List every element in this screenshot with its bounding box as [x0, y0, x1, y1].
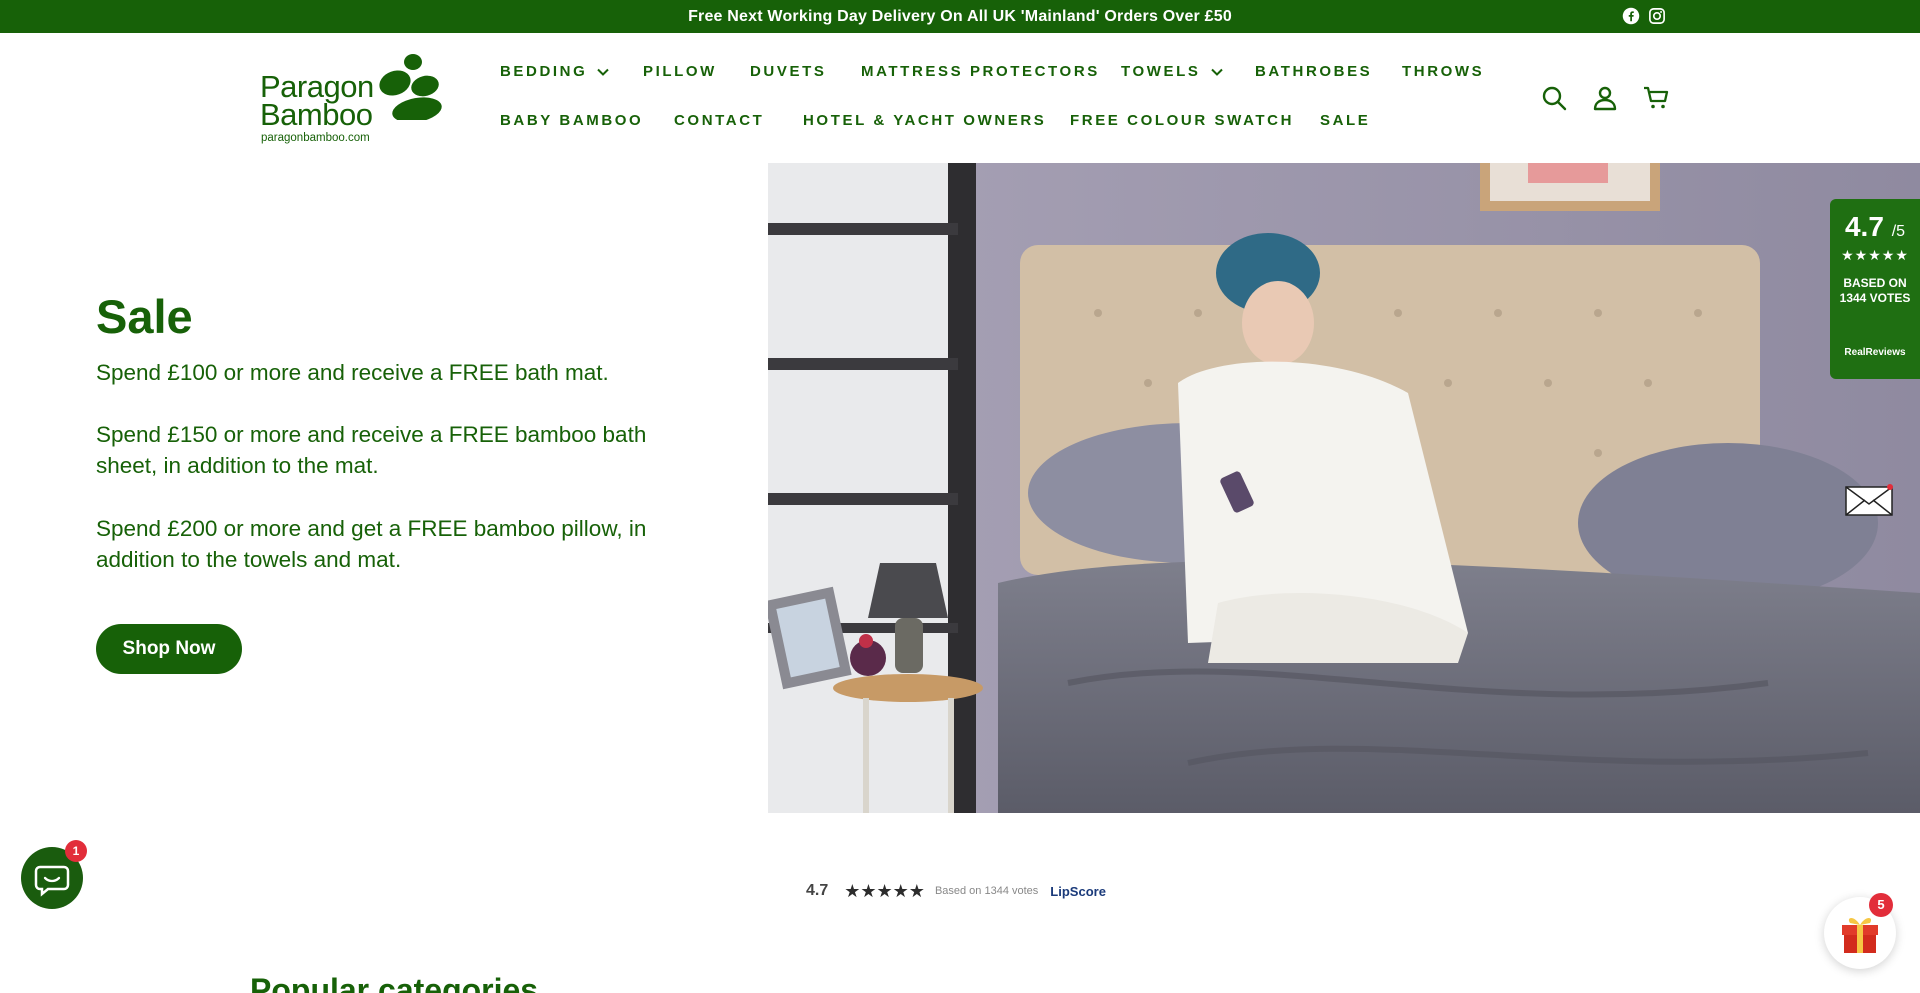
nav-label: CONTACT: [674, 112, 765, 129]
lipscore-votes: Based on 1344 votes: [934, 885, 1039, 897]
review-score: 4.7 /5: [1830, 211, 1920, 243]
hero-image: [768, 163, 1920, 813]
lipscore-value: 4.7: [806, 882, 829, 899]
offer-200: Spend £200 or more and get a FREE bamboo…: [96, 516, 647, 572]
real-reviews-logo: RealReviews: [1844, 347, 1906, 358]
chevron-down-icon: [1210, 68, 1223, 76]
chat-notification-badge: 1: [65, 840, 87, 862]
nav-label: PILLOW: [643, 63, 717, 80]
account-icon[interactable]: [1592, 85, 1618, 111]
hero-text: Sale Spend £100 or more and receive a FR…: [96, 163, 696, 813]
real-reviews-widget[interactable]: 4.7 /5 ★★★★★ BASED ON 1344 VOTES RealRev…: [1830, 199, 1920, 379]
review-score-value: 4.7: [1844, 211, 1884, 242]
main-nav: BEDDING PILLOW DUVETS MATTRESS PROTECTOR…: [500, 33, 1520, 163]
nav-label: MATTRESS PROTECTORS: [861, 63, 1100, 80]
nav-label: BEDDING: [500, 63, 588, 80]
popular-categories-heading: Popular categories: [250, 972, 539, 993]
offer-150: Spend £150 or more and receive a FREE ba…: [96, 422, 647, 478]
facebook-icon[interactable]: [1622, 7, 1640, 25]
nav-label: TOWELS: [1121, 63, 1201, 80]
hero-title: Sale: [96, 290, 193, 343]
review-stars: ★★★★★: [1841, 247, 1909, 263]
nav-label: BABY BAMBOO: [500, 112, 644, 129]
nav-item-contact[interactable]: CONTACT: [674, 112, 764, 129]
nav-item-throws[interactable]: THROWS: [1402, 63, 1484, 80]
nav-item-mattress-protectors[interactable]: MATTRESS PROTECTORS: [861, 63, 1100, 80]
chevron-down-icon: [597, 68, 610, 76]
nav-item-bedding[interactable]: BEDDING: [500, 63, 610, 80]
nav-item-baby-bamboo[interactable]: BABY BAMBOO: [500, 112, 643, 129]
nav-item-hotel-yacht-owners[interactable]: HOTEL & YACHT OWNERS: [803, 112, 1046, 129]
logo[interactable]: Paragon Bamboo paragonbamboo.com: [260, 50, 445, 145]
logo-pebbles-icon: [379, 54, 442, 120]
cart-icon[interactable]: [1643, 85, 1669, 111]
instagram-icon[interactable]: [1648, 7, 1666, 25]
newsletter-mail-icon[interactable]: [1845, 484, 1893, 516]
nav-label: SALE: [1320, 112, 1371, 129]
hero-photo-illustration: [768, 163, 1920, 813]
nav-item-sale[interactable]: SALE: [1320, 112, 1370, 129]
nav-item-free-colour-swatch[interactable]: FREE COLOUR SWATCH: [1070, 112, 1294, 129]
announcement-bar: Free Next Working Day Delivery On All UK…: [0, 0, 1920, 33]
nav-label: BATHROBES: [1255, 63, 1373, 80]
shop-now-button[interactable]: Shop Now: [96, 624, 242, 674]
review-count: BASED ON 1344 VOTES: [1839, 276, 1911, 305]
offer-100: Spend £100 or more and receive a FREE ba…: [96, 360, 609, 385]
lipscore-logo: LipScore: [1050, 883, 1106, 899]
logo-url: paragonbamboo.com: [261, 132, 370, 144]
search-icon[interactable]: [1541, 85, 1567, 111]
lipscore-stars: ★★★★★: [844, 880, 925, 901]
nav-label: FREE COLOUR SWATCH: [1070, 112, 1295, 129]
nav-item-pillow[interactable]: PILLOW: [643, 63, 717, 80]
gift-notification-badge: 5: [1869, 893, 1893, 917]
nav-label: THROWS: [1402, 63, 1485, 80]
review-score-max: /5: [1891, 223, 1906, 240]
lipscore-rating[interactable]: 4.7 ★★★★★ Based on 1344 votes LipScore: [806, 881, 1106, 901]
nav-label: DUVETS: [750, 63, 827, 80]
nav-item-duvets[interactable]: DUVETS: [750, 63, 826, 80]
nav-item-towels[interactable]: TOWELS: [1121, 63, 1223, 80]
nav-item-bathrobes[interactable]: BATHROBES: [1255, 63, 1372, 80]
site-header: Paragon Bamboo paragonbamboo.com BEDDING…: [0, 33, 1920, 163]
nav-label: HOTEL & YACHT OWNERS: [803, 112, 1047, 129]
logo-word-bamboo: Bamboo: [260, 97, 373, 132]
